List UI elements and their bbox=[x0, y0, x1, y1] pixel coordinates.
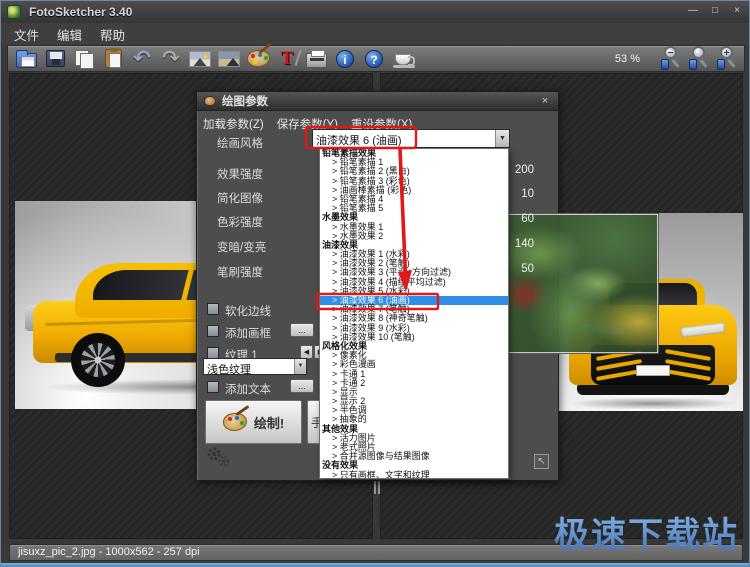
window-titlebar[interactable]: FotoSketcher 3.40 — □ × bbox=[1, 1, 750, 23]
printer-icon bbox=[306, 53, 327, 68]
add-text-checkbox[interactable] bbox=[207, 381, 219, 393]
minimize-button[interactable]: — bbox=[685, 4, 701, 18]
texture-dropdown-arrow-icon[interactable]: ▼ bbox=[294, 359, 306, 374]
paste-button[interactable] bbox=[101, 47, 125, 70]
zoom-level-label: 53 % bbox=[615, 53, 640, 65]
settings-gears-icon[interactable] bbox=[205, 446, 233, 473]
param-value-color-intensity: 60 bbox=[506, 213, 534, 225]
copy-icon bbox=[74, 50, 94, 68]
add-text-button[interactable]: T bbox=[275, 47, 299, 70]
dialog-titlebar[interactable]: 绘图参数 × bbox=[197, 92, 558, 111]
view-source-button[interactable] bbox=[217, 47, 241, 70]
dialog-resize-icon[interactable]: ↖ bbox=[534, 454, 549, 469]
texture-prev-button[interactable]: ◀ bbox=[300, 345, 313, 359]
maximize-button[interactable]: □ bbox=[707, 4, 723, 18]
paste-icon bbox=[105, 49, 122, 68]
magnifier-plus-icon: + bbox=[720, 46, 733, 59]
new-drawing-button[interactable] bbox=[188, 47, 212, 70]
photo-icon bbox=[189, 51, 211, 67]
open-image-button[interactable] bbox=[14, 47, 38, 70]
param-label-brush-strength: 笔刷强度 bbox=[217, 264, 263, 280]
soften-edges-checkbox[interactable] bbox=[207, 303, 219, 315]
status-text: jisuxz_pic_2.jpg - 1000x562 - 257 dpi bbox=[18, 546, 200, 558]
floppy-icon bbox=[46, 50, 65, 67]
palette-icon bbox=[247, 50, 270, 67]
style-label: 绘画风格 bbox=[217, 135, 263, 151]
style-dropdown-list[interactable]: 铅笔素描效果> 铅笔素描 1> 铅笔素描 2 (黑白)> 铅笔素描 3 (彩色)… bbox=[319, 148, 509, 479]
help-button[interactable]: ? bbox=[362, 47, 386, 70]
param-value-effect-strength: 200 bbox=[506, 164, 534, 176]
redo-arrow-icon: ↷ bbox=[162, 49, 180, 69]
load-params-menu[interactable]: 加载参数(Z) bbox=[201, 114, 266, 134]
menu-help[interactable]: 帮助 bbox=[91, 23, 134, 46]
zoom-in-button[interactable]: + bbox=[715, 46, 738, 71]
magnifier-minus-icon: − bbox=[664, 46, 677, 59]
texture-combobox[interactable]: 浅色纹理 ▼ bbox=[203, 358, 307, 375]
soften-edges-label: 软化边线 bbox=[225, 303, 271, 319]
app-icon bbox=[7, 5, 21, 19]
zoom-normal-button[interactable] bbox=[687, 46, 710, 71]
pane-splitter-handle[interactable] bbox=[374, 480, 380, 494]
help-icon: ? bbox=[365, 50, 383, 68]
zoom-out-button[interactable]: − bbox=[659, 46, 682, 71]
undo-arrow-icon: ↶ bbox=[133, 49, 151, 69]
style-combobox[interactable]: 油漆效果 6 (油画) ▼ bbox=[312, 129, 510, 148]
window-bottom-edge bbox=[1, 563, 750, 567]
app-window: FotoSketcher 3.40 — □ × 文件 编辑 帮助 ↶ ↷ T i… bbox=[0, 0, 750, 567]
menu-bar: 文件 编辑 帮助 bbox=[1, 23, 750, 45]
info-icon: i bbox=[336, 50, 354, 68]
menu-edit[interactable]: 编辑 bbox=[48, 23, 91, 46]
palette-icon bbox=[223, 413, 247, 431]
param-value-darken-lighten: 140 bbox=[506, 238, 534, 250]
dropdown-row[interactable]: > 只有画框、文字和纹理 bbox=[320, 471, 508, 479]
save-image-button[interactable] bbox=[43, 47, 67, 70]
texture-preview-panel bbox=[506, 214, 658, 353]
param-value-brush-strength: 50 bbox=[506, 263, 534, 275]
style-value: 油漆效果 6 (油画) bbox=[316, 132, 402, 148]
watermark: 极速下载站 bbox=[554, 507, 739, 558]
donate-button[interactable] bbox=[391, 47, 415, 70]
param-label-effect-strength: 效果强度 bbox=[217, 166, 263, 182]
draw-button[interactable]: 绘制! bbox=[205, 400, 302, 444]
frame-options-button[interactable]: ... bbox=[290, 323, 314, 337]
texture-value: 浅色纹理 bbox=[207, 361, 251, 377]
param-value-simplify: 10 bbox=[506, 188, 534, 200]
dialog-close-icon[interactable]: × bbox=[538, 94, 552, 108]
text-options-button[interactable]: ... bbox=[290, 379, 314, 393]
dialog-title: 绘图参数 bbox=[222, 93, 268, 109]
folder-icon bbox=[16, 53, 37, 68]
toolbar: ↶ ↷ T i ? 53 % − + bbox=[7, 45, 745, 72]
text-tool-icon: T bbox=[281, 48, 294, 70]
close-button[interactable]: × bbox=[729, 4, 745, 18]
add-frame-label: 添加画框 bbox=[225, 325, 271, 341]
undo-button[interactable]: ↶ bbox=[130, 47, 154, 70]
window-title: FotoSketcher 3.40 bbox=[29, 5, 132, 19]
drawing-parameters-button[interactable] bbox=[246, 47, 270, 70]
combo-dropdown-arrow-icon[interactable]: ▼ bbox=[495, 130, 509, 147]
copy-button[interactable] bbox=[72, 47, 96, 70]
param-label-color-intensity: 色彩强度 bbox=[217, 214, 263, 230]
dialog-palette-icon bbox=[204, 96, 216, 106]
add-text-label: 添加文本 bbox=[225, 381, 271, 397]
photo-dark-icon bbox=[218, 51, 240, 67]
about-button[interactable]: i bbox=[333, 47, 357, 70]
param-label-simplify: 简化图像 bbox=[217, 190, 263, 206]
redo-button[interactable]: ↷ bbox=[159, 47, 183, 70]
print-button[interactable] bbox=[304, 47, 328, 70]
magnifier-icon bbox=[692, 46, 705, 59]
menu-file[interactable]: 文件 bbox=[5, 23, 48, 46]
param-label-darken-lighten: 变暗/变亮 bbox=[217, 239, 266, 255]
draw-button-label: 绘制! bbox=[254, 413, 284, 432]
add-frame-checkbox[interactable] bbox=[207, 325, 219, 337]
coffee-cup-icon bbox=[395, 54, 411, 65]
